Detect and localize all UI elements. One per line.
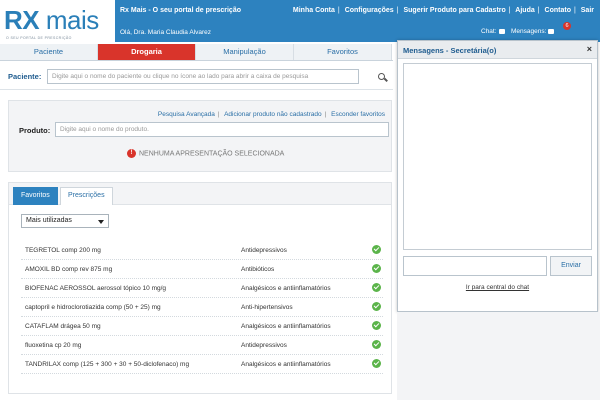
tab-manipulacao[interactable]: Manipulação	[196, 44, 294, 60]
table-row[interactable]: captopril e hidroclorotiazida comp (50 +…	[21, 298, 383, 317]
check-icon[interactable]	[372, 302, 381, 311]
product-class: Analgésicos e antiinflamatórios	[241, 323, 331, 330]
nav-ajuda[interactable]: Ajuda	[515, 7, 534, 14]
check-icon[interactable]	[372, 283, 381, 292]
chevron-down-icon	[98, 220, 104, 224]
logo-area[interactable]: RX mais O SEU PORTAL DE PRESCRIÇÃO	[0, 0, 115, 42]
tab-drogaria[interactable]: Drogaria	[98, 44, 196, 60]
favorites-panel: Favoritos Prescrições Mais utilizadas TE…	[8, 182, 392, 394]
right-column	[397, 312, 600, 400]
chat-message-input[interactable]	[403, 256, 547, 276]
chat-window: Mensagens - Secretária(o) × Enviar Ir pa…	[397, 40, 598, 312]
nav-sair[interactable]: Sair	[581, 7, 594, 14]
check-icon[interactable]	[372, 321, 381, 330]
tab-paciente[interactable]: Paciente	[0, 44, 98, 60]
product-name: fluoxetina cp 20 mg	[25, 342, 82, 349]
check-icon[interactable]	[372, 359, 381, 368]
tab-prescricoes[interactable]: Prescrições	[60, 187, 113, 205]
product-panel: Pesquisa Avançada | Adicionar produto não…	[8, 100, 392, 172]
advanced-search-link[interactable]: Pesquisa Avançada	[158, 111, 215, 118]
chat-toggle[interactable]: Chat:	[481, 28, 505, 35]
table-row[interactable]: AMOXIL BD comp rev 875 mg Antibióticos	[21, 260, 383, 279]
alert-icon: !	[127, 149, 136, 158]
product-name: TANDRILAX comp (125 + 300 + 30 + 50-dicl…	[25, 361, 190, 368]
logo-tagline: O SEU PORTAL DE PRESCRIÇÃO	[6, 36, 72, 40]
table-row[interactable]: CATAFLAM drágea 50 mg Analgésicos e antii…	[21, 317, 383, 336]
top-nav: Minha Conta | Configurações | Sugerir Prod…	[292, 7, 594, 14]
product-name: TEGRETOL comp 200 mg	[25, 247, 101, 254]
hide-favorites-link[interactable]: Esconder favoritos	[331, 111, 385, 118]
add-unregistered-product-link[interactable]: Adicionar produto não cadastrado	[224, 111, 322, 118]
product-name: CATAFLAM drágea 50 mg	[25, 323, 101, 330]
product-links: Pesquisa Avançada | Adicionar produto não…	[157, 111, 385, 118]
table-row[interactable]: TEGRETOL comp 200 mg Antidepressivos	[21, 241, 383, 260]
messages-label: Mensagens:	[511, 28, 547, 35]
main-tabs: Paciente Drogaria Manipulação Favoritos	[0, 44, 393, 61]
product-class: Antidepressivos	[241, 247, 287, 254]
filter-value: Mais utilizadas	[26, 217, 72, 224]
no-presentation-warning: ! NENHUMA APRESENTAÇÃO SELECIONADA	[127, 149, 284, 158]
product-name: captopril e hidroclorotiazida comp (50 +…	[25, 304, 161, 311]
user-greeting: Olá, Dra. Maria Claudia Alvarez	[120, 29, 212, 36]
chat-messages-area[interactable]	[403, 63, 592, 250]
messages-count-badge: 6	[563, 22, 571, 30]
filter-select[interactable]: Mais utilizadas	[21, 214, 109, 228]
chat-header: Mensagens - Secretária(o) ×	[398, 41, 597, 59]
envelope-icon	[548, 28, 555, 34]
tab-favoritos[interactable]: Favoritos	[294, 44, 392, 60]
product-class: Analgésicos e antiinflamatórios	[241, 285, 331, 292]
tab-favoritos-list[interactable]: Favoritos	[13, 187, 58, 205]
logo: RX mais	[4, 5, 99, 35]
product-class: Antibióticos	[241, 266, 275, 273]
table-row[interactable]: fluoxetina cp 20 mg Antidepressivos	[21, 336, 383, 355]
top-bar: Rx Mais - O seu portal de prescrição Min…	[115, 0, 600, 42]
patient-search-row: Paciente: Digite aqui o nome do paciente…	[0, 64, 393, 90]
check-icon[interactable]	[372, 340, 381, 349]
favorites-list: TEGRETOL comp 200 mg Antidepressivos AMOXI…	[21, 241, 383, 374]
site-title: Rx Mais - O seu portal de prescrição	[120, 7, 241, 14]
product-name: BIOFENAC AEROSSOL aerossol tópico 10 mg/…	[25, 285, 167, 292]
check-icon[interactable]	[372, 245, 381, 254]
patient-label: Paciente:	[8, 72, 42, 81]
product-class: Anti-hipertensivos	[241, 304, 293, 311]
product-class: Analgésicos e antiinflamatórios	[241, 361, 331, 368]
nav-sugerir-produto[interactable]: Sugerir Produto para Cadastro	[403, 7, 505, 14]
messages-toggle[interactable]: Mensagens:	[511, 28, 555, 35]
chat-title: Mensagens - Secretária(o)	[403, 46, 497, 55]
product-class: Antidepressivos	[241, 342, 287, 349]
chat-central-link[interactable]: Ir para central do chat	[398, 284, 597, 291]
check-icon[interactable]	[372, 264, 381, 273]
search-icon[interactable]	[378, 73, 385, 80]
close-icon[interactable]: ×	[587, 44, 592, 54]
chat-label: Chat:	[481, 28, 497, 35]
product-label: Produto:	[19, 126, 51, 135]
list-tabs: Favoritos Prescrições	[9, 183, 391, 205]
product-name: AMOXIL BD comp rev 875 mg	[25, 266, 113, 273]
table-row[interactable]: BIOFENAC AEROSSOL aerossol tópico 10 mg/…	[21, 279, 383, 298]
nav-minha-conta[interactable]: Minha Conta	[293, 7, 335, 14]
nav-configuracoes[interactable]: Configurações	[345, 7, 394, 14]
table-row[interactable]: TANDRILAX comp (125 + 300 + 30 + 50-dicl…	[21, 355, 383, 374]
warning-text: NENHUMA APRESENTAÇÃO SELECIONADA	[139, 150, 285, 158]
chat-bubble-icon	[498, 28, 505, 34]
nav-contato[interactable]: Contato	[545, 7, 571, 14]
send-button[interactable]: Enviar	[550, 256, 592, 276]
product-input[interactable]: Digite aqui o nome do produto.	[55, 122, 389, 137]
patient-input[interactable]: Digite aqui o nome do paciente ou clique…	[47, 69, 359, 84]
